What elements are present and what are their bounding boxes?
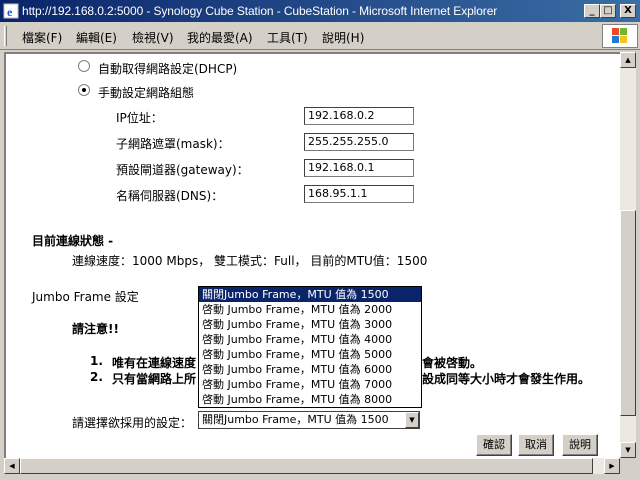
cancel-button[interactable]: 取消 [518, 434, 554, 456]
dhcp-label: 自動取得網路設定(DHCP) [98, 62, 238, 76]
dropdown-option[interactable]: 啓動 Jumbo Frame，MTU 值為 8000 [199, 392, 421, 407]
scrollbar-corner [620, 458, 636, 474]
scroll-up-icon[interactable]: ▲ [620, 52, 636, 68]
jumbo-frame-select-value: 關閉Jumbo Frame，MTU 值為 1500 [202, 413, 389, 426]
note-1-text-left: 唯有在連線速度 [112, 356, 197, 370]
menu-bar: 檔案(F) 編輯(E) 檢視(V) 我的最愛(A) 工具(T) 說明(H) [0, 22, 640, 50]
chevron-down-icon[interactable]: ▼ [405, 412, 419, 428]
note-1-number: 1. [90, 354, 103, 368]
dropdown-option[interactable]: 關閉Jumbo Frame，MTU 值為 1500 [199, 287, 421, 302]
select-label: 請選擇欲採用的設定： [72, 416, 193, 430]
menu-help[interactable]: 說明(H) [322, 29, 364, 46]
windows-logo-icon [602, 24, 638, 48]
notice-heading: 請注意!! [72, 322, 119, 336]
ok-button[interactable]: 確認 [476, 434, 512, 456]
note-1-text-right: 會被啓動。 [422, 356, 483, 370]
close-button[interactable]: X [620, 4, 636, 18]
page-content: 自動取得網路設定(DHCP) 手動設定網路組態 IP位址： 192.168.0.… [4, 52, 620, 458]
scroll-left-icon[interactable]: ◀ [4, 458, 20, 474]
scroll-right-icon[interactable]: ▶ [604, 458, 620, 474]
horizontal-scroll-thumb[interactable] [20, 458, 593, 474]
dropdown-option[interactable]: 啓動 Jumbo Frame，MTU 值為 6000 [199, 362, 421, 377]
menu-tools[interactable]: 工具(T) [267, 29, 308, 46]
help-button[interactable]: 說明 [562, 434, 598, 456]
mask-label: 子網路遮罩(mask)： [116, 137, 230, 151]
ip-label: IP位址： [116, 111, 163, 125]
gateway-input[interactable]: 192.168.0.1 [304, 159, 414, 177]
ie-icon: e [3, 3, 19, 19]
note-2-text-left: 只有當網路上所 [112, 372, 197, 386]
manual-radio[interactable] [78, 84, 90, 96]
window-title: http://192.168.0.2:5000 - Synology Cube … [22, 4, 498, 18]
ip-input[interactable]: 192.168.0.2 [304, 107, 414, 125]
gateway-label: 預設閘道器(gateway)： [116, 163, 249, 177]
title-bar: e http://192.168.0.2:5000 - Synology Cub… [0, 0, 640, 22]
jumbo-frame-select[interactable]: 關閉Jumbo Frame，MTU 值為 1500 ▼ [198, 411, 420, 429]
note-2-number: 2. [90, 370, 103, 384]
mask-input[interactable]: 255.255.255.0 [304, 133, 414, 151]
dropdown-option[interactable]: 啓動 Jumbo Frame，MTU 值為 2000 [199, 302, 421, 317]
dns-label: 名稱伺服器(DNS)： [116, 189, 224, 203]
vertical-scroll-thumb[interactable] [620, 210, 636, 416]
minimize-button[interactable]: _ [584, 4, 600, 18]
menu-file[interactable]: 檔案(F) [22, 29, 62, 46]
vertical-scrollbar[interactable]: ▲ ▼ [620, 52, 636, 458]
dropdown-option[interactable]: 啓動 Jumbo Frame，MTU 值為 5000 [199, 347, 421, 362]
note-2-text-right: 設成同等大小時才會發生作用。 [422, 372, 591, 386]
horizontal-scrollbar[interactable]: ◀ ▶ [4, 458, 620, 474]
dns-input[interactable]: 168.95.1.1 [304, 185, 414, 203]
toolbar-grip [4, 26, 7, 46]
jumbo-frame-dropdown-list: 關閉Jumbo Frame，MTU 值為 1500 啓動 Jumbo Frame… [198, 286, 422, 408]
dropdown-option[interactable]: 啓動 Jumbo Frame，MTU 值為 4000 [199, 332, 421, 347]
menu-favorites[interactable]: 我的最愛(A) [187, 29, 253, 46]
scroll-down-icon[interactable]: ▼ [620, 442, 636, 458]
dhcp-radio[interactable] [78, 60, 90, 72]
jumbo-frame-label: Jumbo Frame 設定 [32, 290, 139, 304]
manual-label: 手動設定網路組態 [98, 86, 195, 100]
status-line: 連線速度：1000 Mbps， 雙工模式：Full， 目前的MTU值：1500 [72, 254, 428, 268]
maximize-button[interactable]: □ [600, 4, 616, 18]
menu-view[interactable]: 檢視(V) [132, 29, 174, 46]
status-heading: 目前連線狀態 - [32, 234, 114, 248]
menu-edit[interactable]: 編輯(E) [76, 29, 117, 46]
svg-text:e: e [7, 5, 13, 19]
dropdown-option[interactable]: 啓動 Jumbo Frame，MTU 值為 3000 [199, 317, 421, 332]
dropdown-option[interactable]: 啓動 Jumbo Frame，MTU 值為 7000 [199, 377, 421, 392]
